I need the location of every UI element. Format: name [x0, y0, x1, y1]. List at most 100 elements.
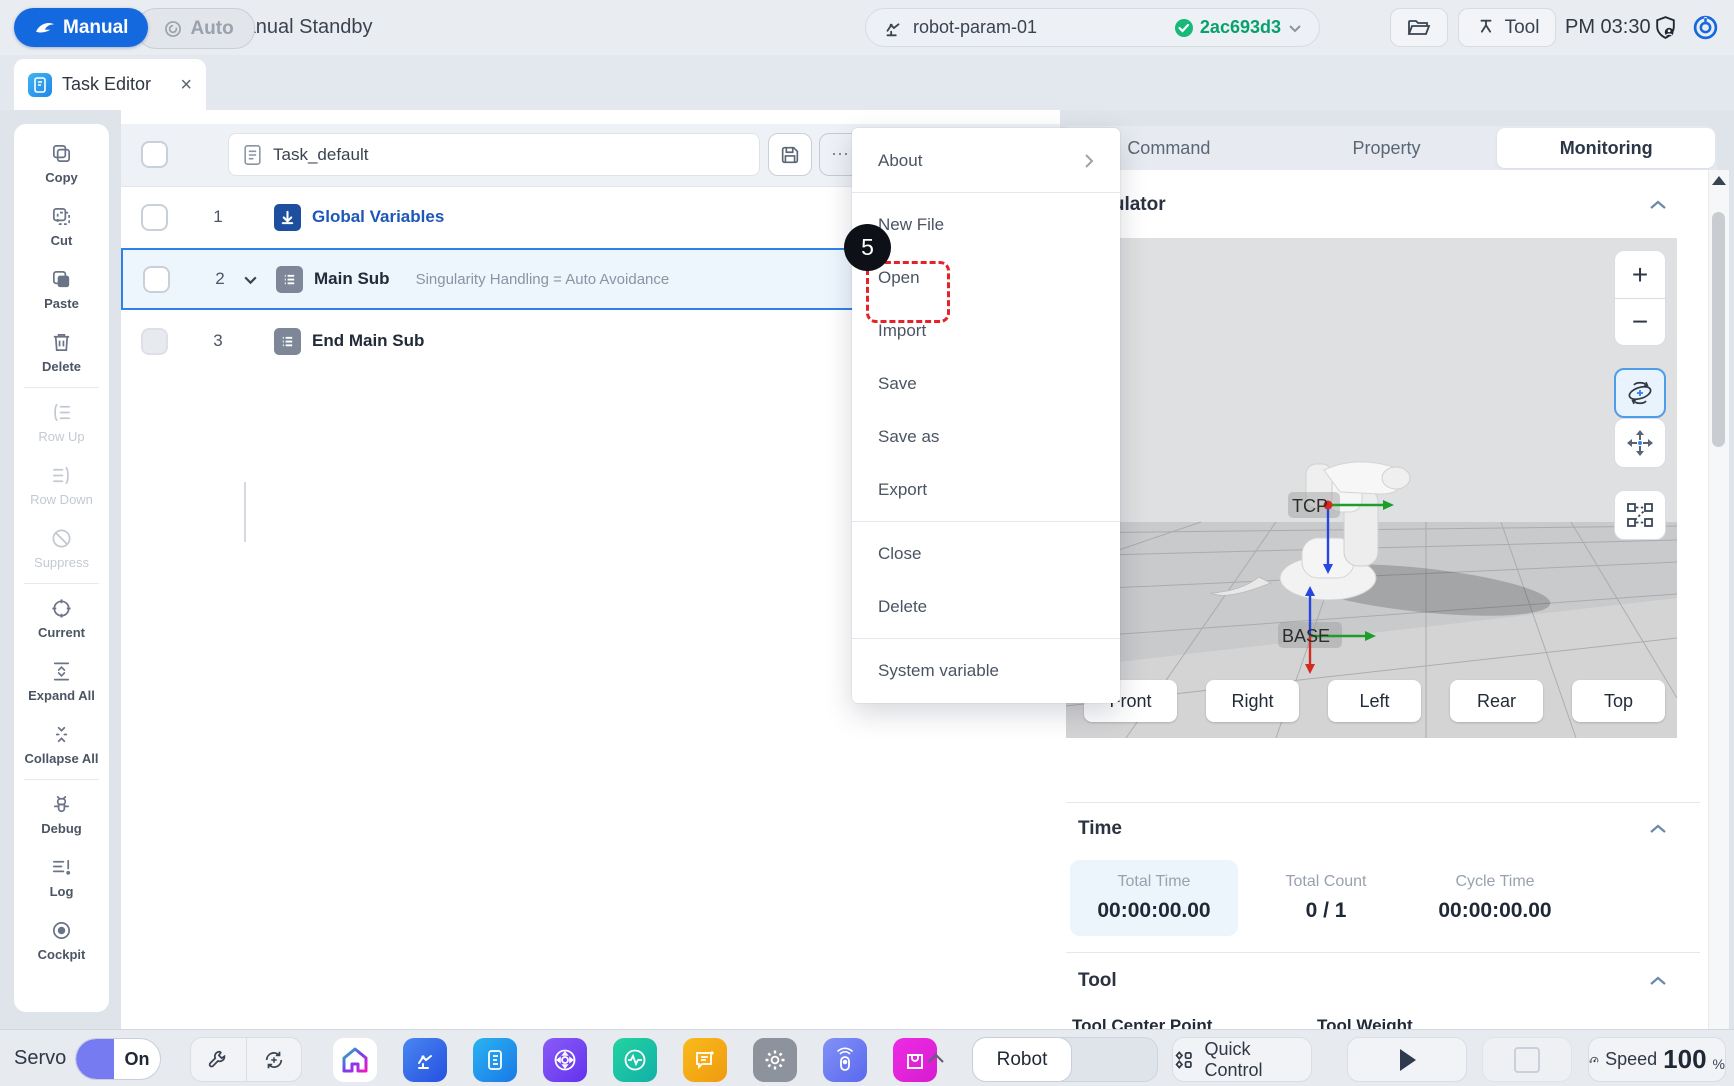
- pan-move-icon: [1625, 428, 1655, 458]
- tray-collapse-chevron[interactable]: [926, 1030, 946, 1086]
- tool-button[interactable]: Tool: [1458, 8, 1556, 47]
- total-count-stat: Total Count 0 / 1: [1256, 860, 1396, 936]
- tab-close-icon[interactable]: ×: [180, 75, 192, 95]
- row-checkbox[interactable]: [143, 266, 170, 293]
- servo-label: Servo: [14, 1030, 66, 1086]
- pan-move-button[interactable]: [1614, 418, 1666, 468]
- scrollbar-thumb[interactable]: [1712, 212, 1725, 447]
- time-section-header: Time: [1078, 818, 1667, 840]
- path-view-button[interactable]: [1614, 490, 1666, 540]
- collapse-all-button[interactable]: Collapse All: [14, 713, 109, 776]
- menu-save[interactable]: Save: [852, 357, 1120, 410]
- select-all-checkbox[interactable]: [141, 141, 168, 168]
- expand-all-button[interactable]: Expand All: [14, 650, 109, 713]
- simulator-viewport[interactable]: TCP BASE + − Front Right Left Rear T: [1066, 238, 1677, 738]
- row-down-button[interactable]: Row Down: [14, 454, 109, 517]
- sync-button[interactable]: [246, 1038, 302, 1081]
- servo-toggle[interactable]: On: [75, 1038, 161, 1080]
- total-time-stat: Total Time 00:00:00.00: [1070, 860, 1238, 936]
- menu-close[interactable]: Close: [852, 527, 1120, 580]
- tab-task-editor[interactable]: Task Editor ×: [14, 59, 206, 110]
- delete-button[interactable]: Delete: [14, 321, 109, 384]
- row-up-button[interactable]: Row Up: [14, 391, 109, 454]
- auto-mode-button[interactable]: Auto: [136, 8, 254, 49]
- robot-mode-control[interactable]: Robot: [972, 1037, 1158, 1082]
- robot-param-selector[interactable]: robot-param-01 2ac693d3: [865, 8, 1320, 47]
- app-monitoring-icon[interactable]: [613, 1038, 657, 1082]
- task-name-field[interactable]: Task_default: [228, 133, 760, 176]
- zoom-out-button[interactable]: −: [1614, 298, 1666, 346]
- row-collapse-chevron[interactable]: [242, 271, 268, 288]
- collapse-all-label: Collapse All: [25, 751, 99, 766]
- app-home-icon[interactable]: [333, 1038, 377, 1082]
- log-button[interactable]: Log: [14, 846, 109, 909]
- check-circle-icon: [1174, 18, 1194, 38]
- row-up-label: Row Up: [38, 429, 84, 444]
- view-top-button[interactable]: Top: [1572, 680, 1665, 722]
- clock-text: PM 03:30: [1565, 0, 1651, 55]
- save-task-button[interactable]: [768, 133, 812, 176]
- stop-button[interactable]: [1482, 1037, 1572, 1082]
- time-title: Time: [1078, 818, 1122, 840]
- quick-control-icon: [1173, 1049, 1194, 1071]
- app-log-icon[interactable]: [683, 1038, 727, 1082]
- row-number: 1: [205, 207, 231, 227]
- menu-export[interactable]: Export: [852, 463, 1120, 516]
- menu-save-as[interactable]: Save as: [852, 410, 1120, 463]
- tab-property[interactable]: Property: [1278, 126, 1496, 170]
- suppress-button[interactable]: Suppress: [14, 517, 109, 580]
- manual-mode-button[interactable]: Manual: [14, 8, 148, 47]
- cycle-time-stat: Cycle Time 00:00:00.00: [1410, 860, 1580, 936]
- menu-new-file[interactable]: New File: [852, 198, 1120, 251]
- view-left-button[interactable]: Left: [1328, 680, 1421, 722]
- speed-button[interactable]: Speed 100 %: [1588, 1037, 1726, 1082]
- app-jog-icon[interactable]: [543, 1038, 587, 1082]
- robot-mode-label[interactable]: Robot: [972, 1037, 1072, 1082]
- sub-list-icon: [276, 266, 303, 293]
- orbit-rotate-button[interactable]: [1614, 368, 1666, 418]
- stat-value: 0 / 1: [1306, 899, 1347, 923]
- power-target-icon[interactable]: [1692, 14, 1719, 41]
- collapse-section-icon[interactable]: [1649, 199, 1667, 211]
- play-button[interactable]: [1347, 1037, 1467, 1082]
- stop-icon: [1514, 1047, 1540, 1073]
- suppress-icon: [50, 527, 73, 550]
- app-task-editor-icon[interactable]: [473, 1038, 517, 1082]
- view-rear-button[interactable]: Rear: [1450, 680, 1543, 722]
- menu-system-variable[interactable]: System variable: [852, 644, 1120, 697]
- menu-delete[interactable]: Delete: [852, 580, 1120, 633]
- menu-about[interactable]: About: [852, 134, 1120, 187]
- row-checkbox[interactable]: [141, 204, 168, 231]
- view-right-button[interactable]: Right: [1206, 680, 1299, 722]
- copy-button[interactable]: Copy: [14, 132, 109, 195]
- tab-strip: Task Editor ×: [0, 55, 1734, 110]
- current-button[interactable]: Current: [14, 587, 109, 650]
- cockpit-button[interactable]: Cockpit: [14, 909, 109, 972]
- left-toolbar: Copy Cut Paste Delete Row Up Row Down Su…: [14, 124, 109, 1012]
- tab-monitoring[interactable]: Monitoring: [1497, 128, 1715, 168]
- current-label: Current: [38, 625, 85, 640]
- open-workspace-button[interactable]: [1390, 8, 1448, 47]
- collapse-section-icon[interactable]: [1649, 823, 1667, 835]
- servo-toggle-knob: [76, 1039, 114, 1079]
- wrench-button[interactable]: [191, 1038, 246, 1081]
- row-number: 2: [207, 269, 233, 289]
- paste-button[interactable]: Paste: [14, 258, 109, 321]
- delete-label: Delete: [42, 359, 81, 374]
- scroll-up-arrow[interactable]: [1712, 176, 1726, 185]
- collapse-all-icon: [50, 723, 73, 746]
- manual-robot-icon: [34, 19, 56, 37]
- task-file-menu: About New File Open Import Save Save as …: [852, 128, 1120, 703]
- cut-button[interactable]: Cut: [14, 195, 109, 258]
- sync-rotate-icon: [263, 1049, 285, 1071]
- collapse-section-icon[interactable]: [1649, 975, 1667, 987]
- zoom-in-button[interactable]: +: [1614, 250, 1666, 298]
- speedometer-icon: [1589, 1048, 1599, 1072]
- app-settings-icon[interactable]: [753, 1038, 797, 1082]
- app-robot-icon[interactable]: [403, 1038, 447, 1082]
- app-remote-icon[interactable]: [823, 1038, 867, 1082]
- safety-shield-icon[interactable]: [1652, 14, 1679, 41]
- right-panel-scrollbar[interactable]: [1708, 170, 1729, 1029]
- quick-control-button[interactable]: Quick Control: [1172, 1037, 1312, 1082]
- debug-button[interactable]: Debug: [14, 783, 109, 846]
